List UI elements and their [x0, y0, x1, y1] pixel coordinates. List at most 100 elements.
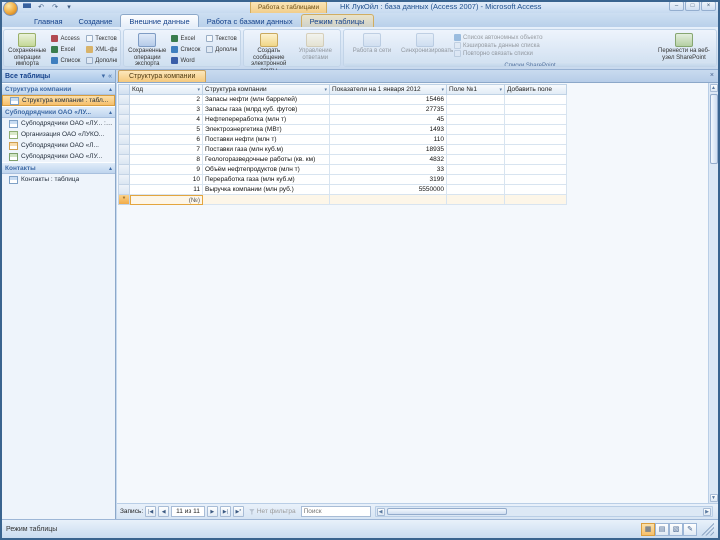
vertical-scroll-thumb[interactable] — [710, 94, 718, 164]
cell[interactable]: Выручка компании (млн руб.) — [203, 185, 330, 195]
cell[interactable] — [203, 195, 330, 205]
office-button[interactable] — [3, 1, 18, 16]
row-selector[interactable] — [118, 185, 130, 195]
first-record-button[interactable]: |◀ — [145, 506, 157, 517]
cell[interactable] — [447, 105, 505, 115]
column-header[interactable]: Показатели на 1 января 2012 ▾ — [330, 84, 447, 95]
cell[interactable]: 3 — [130, 105, 203, 115]
cell[interactable] — [505, 195, 567, 205]
nav-item[interactable]: Субподрядчики ОАО «Л... — [2, 140, 115, 151]
cell[interactable]: (№) — [130, 195, 203, 205]
work-online-button[interactable]: Работа в сети — [347, 32, 397, 56]
cell[interactable] — [447, 155, 505, 165]
nav-item[interactable]: Структура компании : табл... — [2, 95, 115, 106]
cell[interactable]: 15466 — [330, 95, 447, 105]
cell[interactable]: 9 — [130, 165, 203, 175]
search-input[interactable] — [300, 506, 371, 517]
minimize-button[interactable]: – — [669, 1, 684, 11]
close-button[interactable]: × — [701, 1, 716, 11]
import-access-button[interactable]: Access — [50, 33, 82, 44]
save-button[interactable] — [21, 1, 33, 12]
synchronize-button[interactable]: Синхронизировать — [400, 32, 453, 56]
cell[interactable] — [505, 135, 567, 145]
nav-group-header[interactable]: Контакты ▴ — [2, 162, 115, 174]
nav-item[interactable]: Организация ОАО «ЛУКО... — [2, 129, 115, 140]
export-excel-button[interactable]: Excel — [170, 33, 202, 44]
cell[interactable] — [505, 105, 567, 115]
cell[interactable]: 6 — [130, 135, 203, 145]
export-sharepoint-button[interactable]: Список SharePoint — [170, 44, 202, 55]
cell[interactable]: 11 — [130, 185, 203, 195]
cell[interactable]: 45 — [330, 115, 447, 125]
cell[interactable] — [505, 125, 567, 135]
cell[interactable]: 8 — [130, 155, 203, 165]
horizontal-scrollbar[interactable]: ◀ ▶ — [374, 506, 713, 517]
close-object-icon[interactable]: × — [710, 72, 714, 79]
cell[interactable] — [447, 135, 505, 145]
cell[interactable] — [447, 175, 505, 185]
export-more-button[interactable]: Дополнительно ▾ — [205, 44, 237, 55]
cell[interactable]: 2 — [130, 95, 203, 105]
record-position[interactable]: 11 из 11 — [171, 506, 205, 517]
last-record-button[interactable]: ▶| — [219, 506, 231, 517]
cell[interactable] — [447, 185, 505, 195]
cell[interactable]: Электроэнергетика (МВт) — [203, 125, 330, 135]
cell[interactable]: 3199 — [330, 175, 447, 185]
new-record-selector[interactable]: * — [118, 195, 130, 205]
cell[interactable] — [447, 95, 505, 105]
resize-grip[interactable] — [701, 522, 714, 536]
horizontal-scroll-thumb[interactable] — [386, 508, 507, 515]
cell[interactable]: 18935 — [330, 145, 447, 155]
tab-datasheet[interactable]: Режим таблицы — [300, 14, 374, 27]
cell[interactable]: Геологоразведочные работы (кв. км) — [203, 155, 330, 165]
design-view-button[interactable]: ✎ — [683, 522, 697, 536]
cell[interactable] — [505, 175, 567, 185]
cell[interactable] — [505, 115, 567, 125]
import-xml-button[interactable]: XML-файл — [85, 44, 117, 55]
scroll-up-icon[interactable]: ▲ — [709, 84, 718, 92]
grid-corner-cell[interactable] — [118, 84, 130, 95]
manage-replies-button[interactable]: Управление ответами — [294, 32, 338, 62]
row-selector[interactable] — [118, 95, 130, 105]
cell[interactable] — [505, 95, 567, 105]
chevron-down-icon[interactable]: ▾ — [102, 72, 106, 80]
cell[interactable] — [447, 125, 505, 135]
cell[interactable]: 110 — [330, 135, 447, 145]
cell[interactable]: Объём нефтепродуктов (млн т) — [203, 165, 330, 175]
shutter-bar-icon[interactable]: « — [108, 73, 112, 80]
cache-list-data-button[interactable]: Кэшировать данные списка — [453, 42, 543, 49]
saved-exports-button[interactable]: Сохраненные операции экспорта — [127, 32, 167, 69]
tab-database-tools[interactable]: Работа с базами данных — [199, 15, 301, 27]
export-text-button[interactable]: Текстовый файл — [205, 33, 237, 44]
row-selector[interactable] — [118, 125, 130, 135]
row-selector[interactable] — [118, 175, 130, 185]
cell[interactable]: Запасы нефти (млн баррелей) — [203, 95, 330, 105]
cell[interactable]: 4 — [130, 115, 203, 125]
offline-objects-button[interactable]: Список автономных объектов — [453, 34, 543, 41]
nav-item[interactable]: Контакты : таблица — [2, 174, 115, 185]
tab-home[interactable]: Главная — [26, 15, 71, 27]
scroll-down-icon[interactable]: ▼ — [709, 494, 718, 502]
cell[interactable]: Нефтепереработка (млн т) — [203, 115, 330, 125]
import-sharepoint-button[interactable]: Список SharePoint — [50, 55, 82, 66]
maximize-button[interactable]: □ — [685, 1, 700, 11]
redo-button[interactable]: ↷ — [49, 1, 61, 12]
import-more-button[interactable]: Дополнительно ▾ — [85, 55, 117, 66]
cell[interactable]: Запасы газа (млрд куб. футов) — [203, 105, 330, 115]
cell[interactable]: Поставки нефти (млн т) — [203, 135, 330, 145]
import-text-button[interactable]: Текстовый файл — [85, 33, 117, 44]
cell[interactable] — [330, 195, 447, 205]
vertical-scrollbar[interactable]: ▲ ▼ — [708, 83, 718, 503]
cell[interactable]: 27735 — [330, 105, 447, 115]
pivottable-view-button[interactable]: ▤ — [655, 522, 669, 536]
cell[interactable]: 33 — [330, 165, 447, 175]
cell[interactable] — [447, 115, 505, 125]
row-selector[interactable] — [118, 115, 130, 125]
column-header[interactable]: Добавить поле — [505, 84, 567, 95]
nav-item[interactable]: Субподрядчики ОАО «ЛУ... — [2, 151, 115, 162]
tab-external-data[interactable]: Внешние данные — [120, 14, 199, 27]
cell[interactable] — [505, 155, 567, 165]
nav-group-header[interactable]: Субподрядчики ОАО «ЛУ... ▴ — [2, 106, 115, 118]
cell[interactable]: 10 — [130, 175, 203, 185]
cell[interactable]: Поставки газа (млн куб.м) — [203, 145, 330, 155]
